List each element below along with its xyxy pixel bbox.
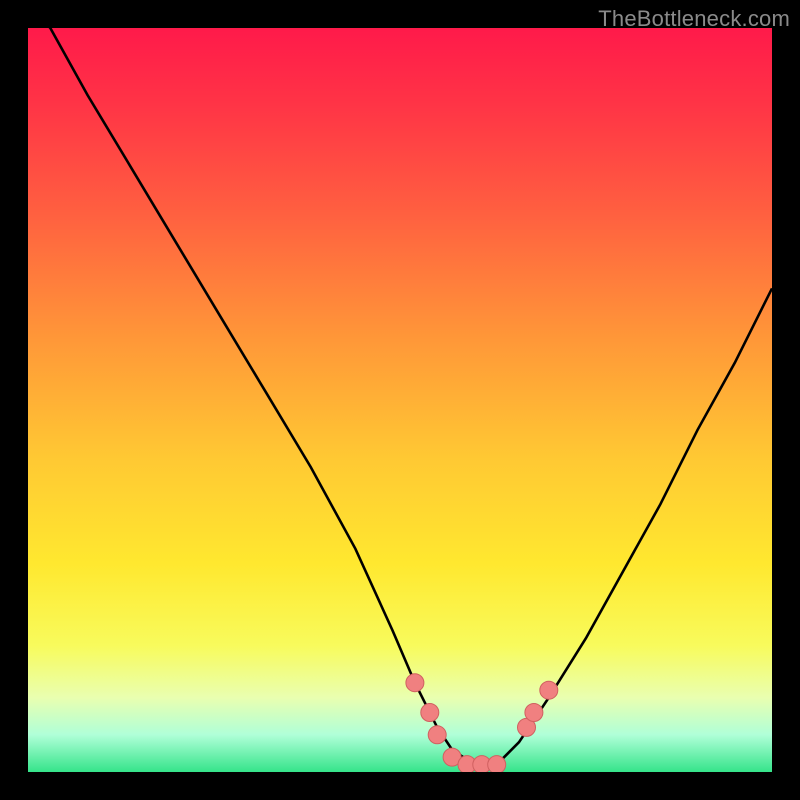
chart-svg bbox=[28, 28, 772, 772]
marker-bottom-4 bbox=[488, 756, 506, 772]
marker-right-arm-2 bbox=[525, 704, 543, 722]
marker-left-arm-2 bbox=[421, 704, 439, 722]
chart-frame bbox=[28, 28, 772, 772]
marker-right-arm-3 bbox=[540, 681, 558, 699]
marker-left-arm-1 bbox=[406, 674, 424, 692]
marker-left-arm-3 bbox=[428, 726, 446, 744]
bottleneck-curve bbox=[28, 28, 772, 765]
watermark-text: TheBottleneck.com bbox=[598, 6, 790, 32]
markers-group bbox=[406, 674, 558, 772]
